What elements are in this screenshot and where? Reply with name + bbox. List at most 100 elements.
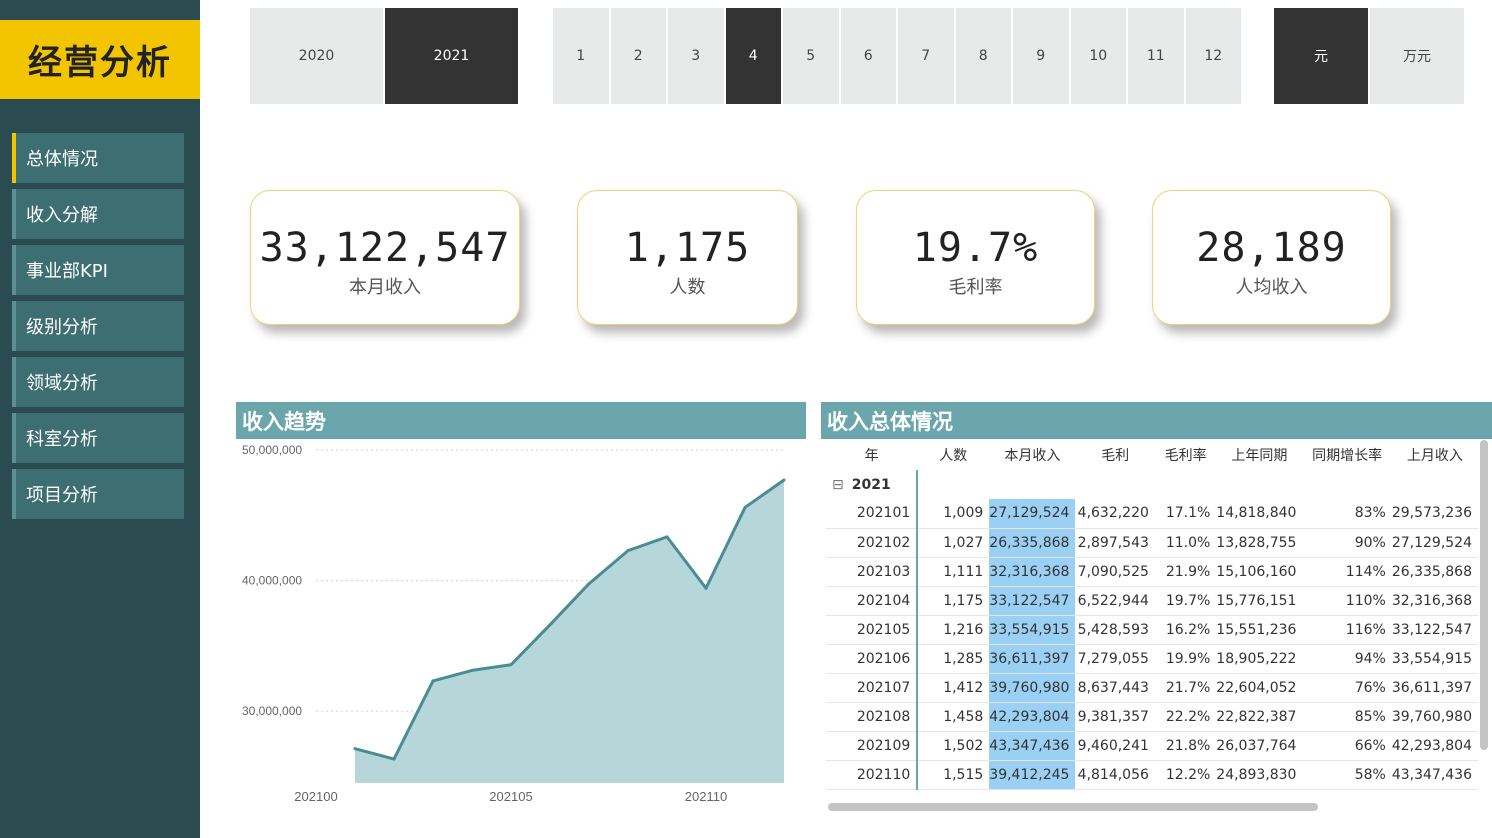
kpi-label: 人均收入: [1235, 277, 1308, 298]
kpi-value: 33,122,547: [259, 225, 511, 271]
table-row[interactable]: 202102 1,027 26,335,868 2,897,543 11.0% 13,82…: [826, 528, 1478, 558]
month-option-8[interactable]: 8: [955, 8, 1011, 104]
data-point[interactable]: [509, 663, 513, 667]
nav-item-overview[interactable]: 总体情况: [12, 133, 184, 183]
vertical-scrollbar[interactable]: [1480, 440, 1488, 750]
column-header[interactable]: 本月收入: [989, 440, 1075, 470]
table-row[interactable]: 202104 1,175 33,122,547 6,522,944 19.7% 15,77…: [826, 586, 1478, 616]
column-header[interactable]: 年: [826, 440, 917, 470]
table-group-row: ⊟ 2021: [826, 470, 1478, 499]
data-point[interactable]: [548, 623, 552, 627]
nav-item-revenue-breakdown[interactable]: 收入分解: [12, 189, 184, 239]
table-cell: 7,279,055: [1075, 644, 1155, 674]
month-option-7[interactable]: 7: [898, 8, 954, 104]
nav-item-domain-analysis[interactable]: 领域分析: [12, 357, 184, 407]
table-row[interactable]: 202107 1,412 39,760,980 8,637,443 21.7% 22,60…: [826, 673, 1478, 703]
y-tick-label: 50,000,000: [242, 443, 302, 457]
table-row[interactable]: 202108 1,458 42,293,804 9,381,357 22.2% 22,82…: [826, 702, 1478, 732]
table-cell: 21.9%: [1154, 557, 1217, 587]
table-cell: 76%: [1302, 673, 1392, 703]
table-cell: 83%: [1302, 499, 1392, 529]
table-cell: 202107: [826, 673, 919, 703]
column-header[interactable]: 毛利率: [1155, 440, 1216, 470]
table-cell: 29,573,236: [1391, 499, 1478, 529]
nav-item-division-kpi[interactable]: 事业部KPI: [12, 245, 184, 295]
data-point[interactable]: [704, 586, 708, 590]
month-option-3[interactable]: 3: [668, 8, 724, 104]
month-option-5[interactable]: 5: [783, 8, 839, 104]
data-point[interactable]: [392, 757, 396, 761]
data-point[interactable]: [743, 505, 747, 509]
table-cell: 39,760,980: [1391, 702, 1478, 732]
nav-item-project-analysis[interactable]: 项目分析: [12, 469, 184, 519]
empty-cell: [1075, 470, 1154, 499]
y-tick-label: 30,000,000: [242, 704, 302, 718]
table-cell: 1,175: [917, 586, 990, 616]
year-option-2021[interactable]: 2021: [385, 8, 518, 104]
empty-cell: [1155, 470, 1216, 499]
table-row[interactable]: 202105 1,216 33,554,915 5,428,593 16.2% 15,55…: [826, 615, 1478, 645]
nav-item-level-analysis[interactable]: 级别分析: [12, 301, 184, 351]
unit-option-元[interactable]: 元: [1274, 8, 1368, 104]
table-row[interactable]: 202106 1,285 36,611,397 7,279,055 19.9% 18,90…: [826, 644, 1478, 674]
table-row[interactable]: 202101 1,009 27,129,524 4,632,220 17.1% 14,81…: [826, 499, 1478, 529]
month-option-11[interactable]: 11: [1128, 8, 1184, 104]
group-cell[interactable]: ⊟ 2021: [826, 470, 919, 499]
data-point[interactable]: [665, 535, 669, 539]
table-cell: 58%: [1302, 760, 1392, 790]
column-header[interactable]: 上月收入: [1392, 440, 1478, 470]
year-slicer: 2020 2021: [250, 8, 518, 104]
column-header[interactable]: 毛利: [1075, 440, 1154, 470]
table-cell: 8,637,443: [1075, 673, 1155, 703]
table-cell: 26,037,764: [1216, 731, 1303, 761]
table-cell: 13,828,755: [1216, 528, 1303, 558]
table-cell: 202108: [826, 702, 919, 732]
empty-cell: [1216, 470, 1302, 499]
table-cell: 36,611,397: [1391, 673, 1478, 703]
table-cell: 202103: [826, 557, 919, 587]
kpi-value: 19.7%: [912, 225, 1039, 271]
table-row[interactable]: 202109 1,502 43,347,436 9,460,241 21.8% 26,03…: [826, 731, 1478, 761]
table-cell: 202102: [826, 528, 919, 558]
month-option-6[interactable]: 6: [840, 8, 896, 104]
empty-cell: [989, 470, 1075, 499]
empty-cell: [917, 470, 989, 499]
column-header[interactable]: 人数: [917, 440, 989, 470]
column-header[interactable]: 上年同期: [1216, 440, 1302, 470]
horizontal-scrollbar[interactable]: [828, 803, 1318, 811]
unit-option-万元[interactable]: 万元: [1370, 8, 1464, 104]
table-cell: 1,285: [917, 644, 990, 674]
column-header[interactable]: 同期增长率: [1302, 440, 1391, 470]
table-cell: 42,293,804: [989, 702, 1076, 732]
data-point[interactable]: [626, 549, 630, 553]
revenue-trend-chart[interactable]: 50,000,000 40,000,000 30,000,000 202100 2021…: [236, 440, 806, 820]
data-point[interactable]: [353, 747, 357, 751]
x-tick-label: 202100: [294, 789, 337, 804]
table-cell: 94%: [1302, 644, 1392, 674]
table-cell: 116%: [1302, 615, 1392, 645]
table-cell: 21.8%: [1154, 731, 1217, 761]
month-option-4[interactable]: 4: [725, 8, 781, 104]
kpi-card-gross-margin: 19.7% 毛利率: [856, 190, 1095, 325]
data-point[interactable]: [470, 668, 474, 672]
revenue-table[interactable]: 年人数 本月收入 毛利 毛利率 上年同期 同期增长率 上月收入 ⊟ 2021 202101 1,0…: [826, 440, 1478, 802]
month-option-12[interactable]: 12: [1185, 8, 1241, 104]
table-row[interactable]: 202110 1,515 39,412,245 4,814,056 12.2% 24,89…: [826, 760, 1478, 790]
table-cell: 32,316,368: [989, 557, 1076, 587]
area-fill: [355, 480, 784, 783]
table-cell: 21.7%: [1154, 673, 1217, 703]
month-option-1[interactable]: 1: [553, 8, 609, 104]
trend-chart-svg: 50,000,000 40,000,000 30,000,000 202100 2021…: [242, 443, 786, 804]
year-option-2020[interactable]: 2020: [250, 8, 383, 104]
month-option-10[interactable]: 10: [1070, 8, 1126, 104]
collapse-toggle-icon[interactable]: ⊟: [832, 477, 844, 493]
kpi-label: 毛利率: [948, 277, 1003, 298]
table-row[interactable]: 202103 1,111 32,316,368 7,090,525 21.9% 15,10…: [826, 557, 1478, 587]
data-point[interactable]: [782, 478, 786, 482]
data-point[interactable]: [431, 679, 435, 683]
table-cell: 2,897,543: [1075, 528, 1155, 558]
nav-item-department-analysis[interactable]: 科室分析: [12, 413, 184, 463]
month-option-9[interactable]: 9: [1013, 8, 1069, 104]
data-point[interactable]: [587, 582, 591, 586]
month-option-2[interactable]: 2: [610, 8, 666, 104]
